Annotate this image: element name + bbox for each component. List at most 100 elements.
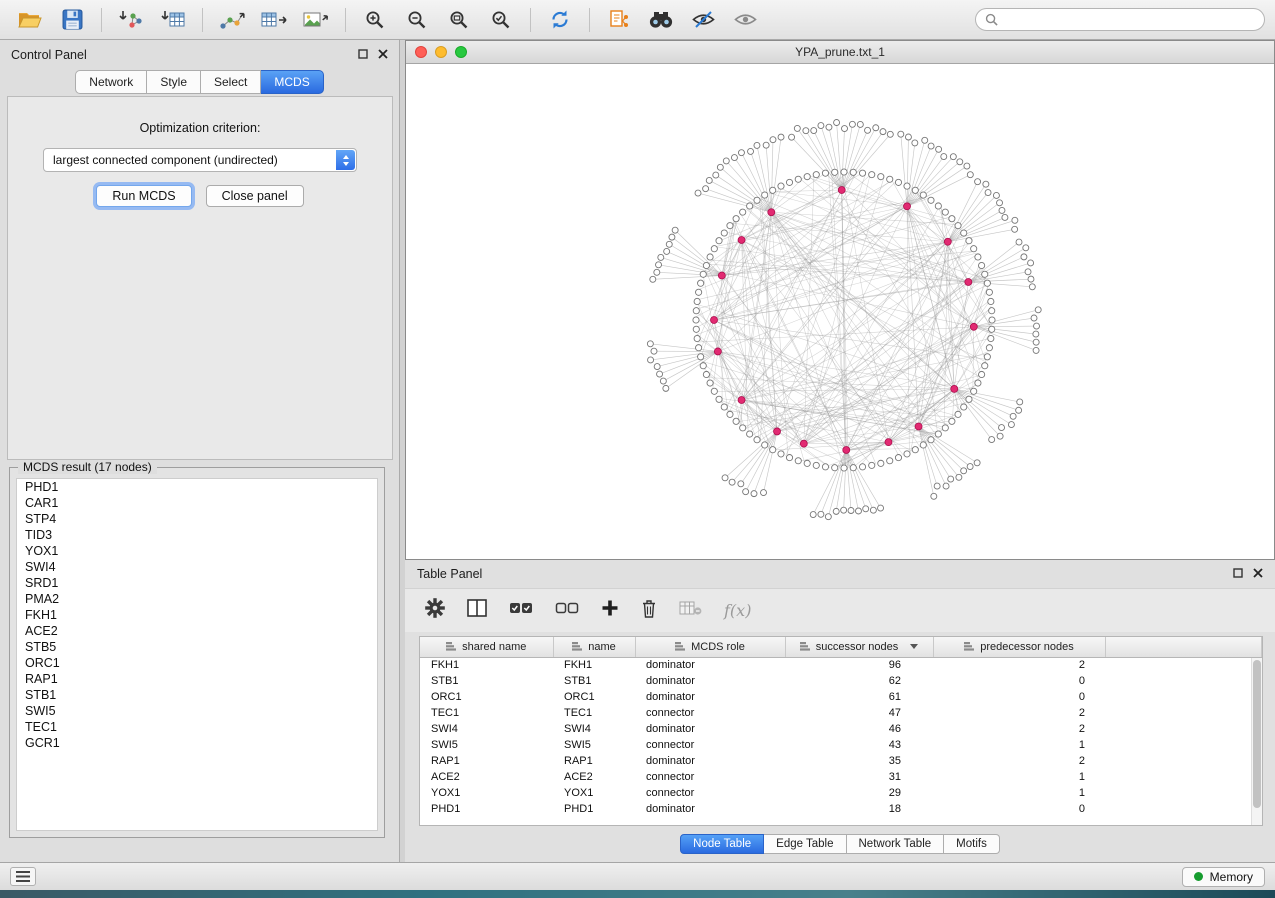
column-header-successor-nodes[interactable]: successor nodes	[785, 637, 933, 657]
mcds-result-list[interactable]: PHD1CAR1STP4TID3YOX1SWI4SRD1PMA2FKH1ACE2…	[16, 478, 378, 831]
close-panel-button[interactable]: Close panel	[206, 185, 304, 207]
mcds-result-item[interactable]: ACE2	[17, 623, 377, 639]
tab-network[interactable]: Network	[75, 70, 147, 94]
tab-style[interactable]: Style	[147, 70, 201, 94]
minimize-window-icon[interactable]	[435, 46, 447, 58]
table-scrollbar[interactable]	[1251, 658, 1262, 825]
add-column-button[interactable]	[601, 599, 619, 622]
open-file-button[interactable]	[10, 5, 50, 35]
import-table-button[interactable]	[153, 5, 193, 35]
clear-table-button[interactable]	[679, 600, 702, 621]
memory-label: Memory	[1210, 870, 1253, 884]
column-header-mcds-role[interactable]: MCDS role	[635, 637, 785, 657]
mcds-result-item[interactable]: SRD1	[17, 575, 377, 591]
hide-graphics-button[interactable]	[683, 5, 723, 35]
refresh-view-button[interactable]	[540, 5, 580, 35]
show-columns-button[interactable]	[467, 599, 487, 622]
table-row[interactable]: ORC1ORC1dominator610	[420, 689, 1262, 705]
show-graphics-button[interactable]	[725, 5, 765, 35]
tab-mcds[interactable]: MCDS	[261, 70, 323, 94]
select-all-icon	[509, 599, 533, 617]
mcds-result-item[interactable]: STB1	[17, 687, 377, 703]
export-image-button[interactable]	[296, 5, 336, 35]
mcds-result-item[interactable]: SWI4	[17, 559, 377, 575]
mcds-result-item[interactable]: STP4	[17, 511, 377, 527]
eye-slash-icon	[691, 10, 716, 29]
run-mcds-button[interactable]: Run MCDS	[96, 185, 191, 207]
dropdown-stepper-icon	[336, 150, 355, 170]
mcds-result-item[interactable]: CAR1	[17, 495, 377, 511]
table-row[interactable]: ACE2ACE2connector311	[420, 769, 1262, 785]
export-table-button[interactable]	[254, 5, 294, 35]
table-row[interactable]: FKH1FKH1dominator962	[420, 657, 1262, 673]
toolbar-separator	[202, 8, 203, 32]
export-network-button[interactable]	[212, 5, 252, 35]
tab-network-table[interactable]: Network Table	[847, 834, 945, 854]
tab-node-table[interactable]: Node Table	[680, 834, 764, 854]
mcds-result-item[interactable]: GCR1	[17, 735, 377, 751]
table-toolbar: f(x)	[405, 588, 1275, 632]
select-all-rows-button[interactable]	[509, 599, 533, 622]
save-session-button[interactable]	[52, 5, 92, 35]
trash-icon	[641, 599, 657, 618]
tab-motifs[interactable]: Motifs	[944, 834, 1000, 854]
save-icon	[62, 9, 83, 30]
function-builder-button[interactable]: f(x)	[724, 601, 751, 620]
table-row[interactable]: RAP1RAP1dominator352	[420, 753, 1262, 769]
search-box[interactable]	[975, 8, 1265, 31]
copy-view-button[interactable]	[599, 5, 639, 35]
column-header-name[interactable]: name	[553, 637, 635, 657]
scrollbar-thumb[interactable]	[1253, 660, 1261, 808]
table-settings-button[interactable]	[425, 598, 445, 623]
zoom-in-button[interactable]	[355, 5, 395, 35]
maximize-window-icon[interactable]	[455, 46, 467, 58]
mcds-result-item[interactable]: PMA2	[17, 591, 377, 607]
mcds-result-item[interactable]: YOX1	[17, 543, 377, 559]
import-network-button[interactable]	[111, 5, 151, 35]
mcds-result-item[interactable]: ORC1	[17, 655, 377, 671]
float-panel-icon[interactable]	[358, 48, 368, 62]
criterion-dropdown[interactable]: largest connected component (undirected)	[43, 148, 357, 172]
zoom-fit-button[interactable]	[439, 5, 479, 35]
status-bar: Memory	[0, 862, 1275, 890]
search-input[interactable]	[1004, 13, 1255, 27]
mcds-result-item[interactable]: PHD1	[17, 479, 377, 495]
refresh-icon	[549, 9, 571, 30]
zoom-out-button[interactable]	[397, 5, 437, 35]
close-panel-icon[interactable]	[378, 48, 388, 62]
tab-select[interactable]: Select	[201, 70, 261, 94]
mcds-result-item[interactable]: TID3	[17, 527, 377, 543]
table-panel-header: Table Panel	[405, 560, 1275, 588]
table-panel-title: Table Panel	[417, 567, 482, 581]
sort-icon	[675, 642, 685, 651]
close-window-icon[interactable]	[415, 46, 427, 58]
delete-column-button[interactable]	[641, 599, 657, 623]
table-row[interactable]: STB1STB1dominator620	[420, 673, 1262, 689]
search-icon	[985, 13, 998, 26]
network-canvas[interactable]	[406, 64, 1274, 559]
eye-icon	[733, 11, 758, 28]
tab-edge-table[interactable]: Edge Table	[764, 834, 846, 854]
close-panel-icon[interactable]	[1253, 567, 1263, 581]
table-row[interactable]: SWI5SWI5connector431	[420, 737, 1262, 753]
mcds-result-item[interactable]: SWI5	[17, 703, 377, 719]
mcds-result-item[interactable]: TEC1	[17, 719, 377, 735]
table-row[interactable]: PHD1PHD1dominator180	[420, 801, 1262, 817]
table-row[interactable]: TEC1TEC1connector472	[420, 705, 1262, 721]
find-network-button[interactable]	[641, 5, 681, 35]
mcds-result-item[interactable]: RAP1	[17, 671, 377, 687]
table-row[interactable]: YOX1YOX1connector291	[420, 785, 1262, 801]
cytoscape-window: Control Panel Network Style Select MCDS …	[0, 0, 1275, 898]
column-header-predecessor-nodes[interactable]: predecessor nodes	[933, 637, 1105, 657]
column-header-shared-name[interactable]: shared name	[420, 637, 553, 657]
mcds-result-item[interactable]: FKH1	[17, 607, 377, 623]
mcds-result-item[interactable]: STB5	[17, 639, 377, 655]
float-panel-icon[interactable]	[1233, 567, 1243, 581]
deselect-all-rows-button[interactable]	[555, 599, 579, 622]
memory-button[interactable]: Memory	[1182, 867, 1265, 887]
zoom-selected-button[interactable]	[481, 5, 521, 35]
table-row[interactable]: SWI4SWI4dominator462	[420, 721, 1262, 737]
toolbar-separator	[589, 8, 590, 32]
open-folder-icon	[18, 10, 42, 29]
task-history-button[interactable]	[10, 867, 36, 886]
